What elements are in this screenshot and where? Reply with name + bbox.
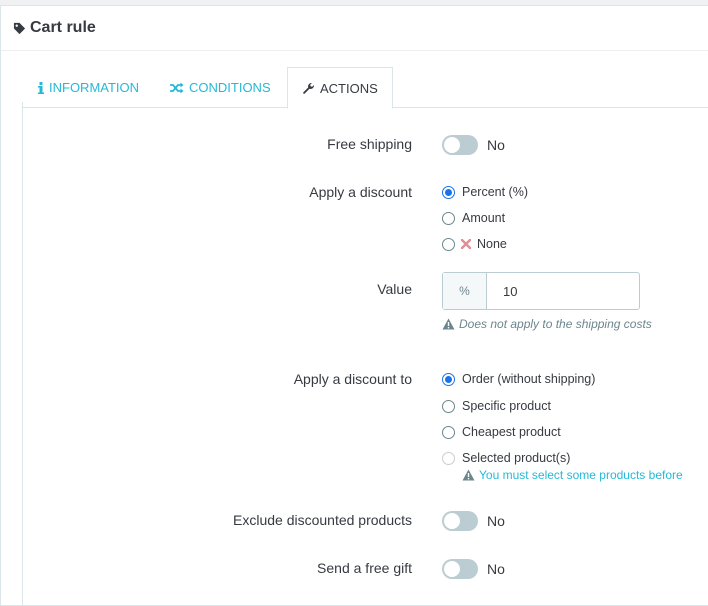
free-gift-switch[interactable] [442,559,478,579]
discount-order-label: Order (without shipping) [462,372,596,386]
tag-icon [13,22,26,34]
wrench-icon [303,82,315,94]
discount-order-radio[interactable] [442,372,455,386]
discount-specific-radio[interactable] [442,399,455,413]
discount-order-option[interactable]: Order (without shipping) [442,372,595,386]
warning-icon [462,469,475,481]
selected-products-warning-text: You must select some products before [479,468,683,482]
apply-discount-label: Apply a discount [309,184,412,200]
value-help-text: Does not apply to the shipping costs [459,317,652,331]
discount-cheapest-label: Cheapest product [462,425,561,439]
value-input[interactable]: 10 [487,273,639,309]
discount-cheapest-option[interactable]: Cheapest product [442,425,561,439]
free-gift-value: No [487,561,505,577]
exclude-discounted-switch[interactable] [442,511,478,531]
discount-percent-radio[interactable] [442,185,455,199]
info-icon [38,81,44,94]
discount-none-option[interactable]: None [442,237,507,251]
discount-selected-option[interactable]: Selected product(s) [442,451,570,465]
discount-cheapest-radio[interactable] [442,425,455,439]
actions-form [22,102,708,606]
percent-addon: % [443,273,487,309]
tab-conditions-label: CONDITIONS [189,80,271,95]
switch-knob [444,513,460,529]
discount-percent-option[interactable]: Percent (%) [442,185,528,199]
discount-selected-label: Selected product(s) [462,451,571,465]
free-gift-label: Send a free gift [317,560,412,576]
value-label: Value [377,281,412,297]
free-shipping-value: No [487,137,505,153]
value-help: Does not apply to the shipping costs [442,317,652,331]
tab-actions-label: ACTIONS [320,80,378,96]
value-input-group: % 10 [442,272,640,310]
warning-icon [442,318,455,330]
panel-heading: Cart rule [1,6,708,51]
discount-specific-option[interactable]: Specific product [442,399,551,413]
discount-amount-option[interactable]: Amount [442,211,505,225]
tab-information-label: INFORMATION [49,80,140,95]
free-shipping-label: Free shipping [327,136,412,152]
discount-specific-label: Specific product [462,399,551,413]
apply-discount-to-label: Apply a discount to [293,371,412,387]
selected-products-warning: You must select some products before [462,468,683,482]
exclude-discounted-label: Exclude discounted products [233,512,412,528]
discount-amount-label: Amount [462,211,506,225]
discount-selected-radio[interactable] [442,451,455,465]
switch-knob [444,561,460,577]
discount-amount-radio[interactable] [442,211,455,225]
exclude-discounted-value: No [487,513,505,529]
x-icon [461,239,471,249]
discount-none-label: None [477,237,507,251]
discount-none-radio[interactable] [442,237,455,251]
discount-percent-label: Percent (%) [462,185,528,199]
free-shipping-switch[interactable] [442,135,478,155]
shuffle-icon [170,82,184,93]
panel-title: Cart rule [30,19,96,36]
switch-knob [444,137,460,153]
